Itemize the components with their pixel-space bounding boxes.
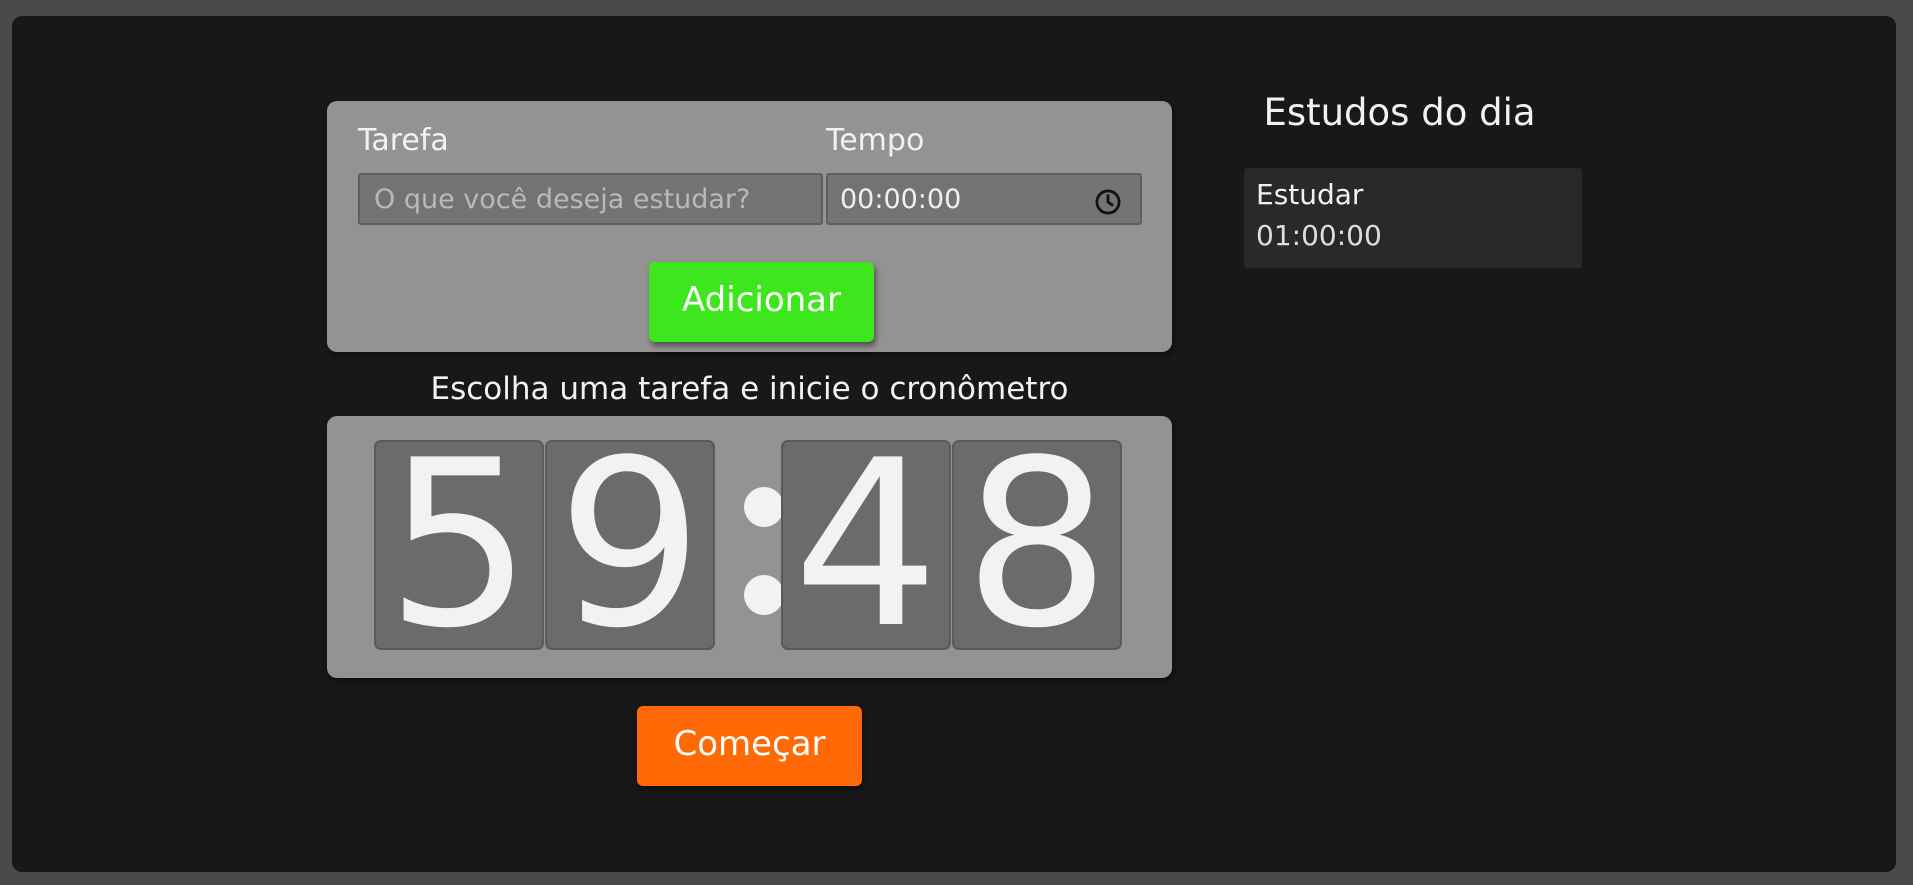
start-button[interactable]: Começar <box>637 706 862 786</box>
time-label: Tempo <box>826 123 925 158</box>
task-label: Tarefa <box>358 123 449 158</box>
task-form: Tarefa Tempo 00:00:00 Adicionar <box>327 101 1172 352</box>
timer-colon-bottom <box>744 575 784 615</box>
app-container: Tarefa Tempo 00:00:00 Adicionar Escolha … <box>12 16 1896 872</box>
time-input[interactable]: 00:00:00 <box>826 173 1142 225</box>
study-list-title: Estudos do dia <box>1263 91 1536 134</box>
stopwatch: 5 9 4 8 <box>327 416 1172 678</box>
timer-digit-seconds-units: 8 <box>952 440 1122 650</box>
timer-digit-minutes-units: 9 <box>545 440 715 650</box>
add-button[interactable]: Adicionar <box>649 262 874 342</box>
task-input-wrapper <box>358 173 823 225</box>
task-input[interactable] <box>372 182 821 216</box>
timer-colon-top <box>744 487 784 527</box>
study-list: Estudar 01:00:00 <box>1244 168 1582 268</box>
study-item-time: 01:00:00 <box>1256 219 1382 252</box>
study-item-name: Estudar <box>1256 178 1364 211</box>
study-list-item[interactable]: Estudar 01:00:00 <box>1244 168 1582 268</box>
clock-icon[interactable] <box>1094 188 1122 216</box>
timer-digit-seconds-tens: 4 <box>781 440 951 650</box>
timer-title: Escolha uma tarefa e inicie o cronômetro <box>430 371 1069 407</box>
time-input-value: 00:00:00 <box>840 183 962 215</box>
timer-digit-minutes-tens: 5 <box>374 440 544 650</box>
